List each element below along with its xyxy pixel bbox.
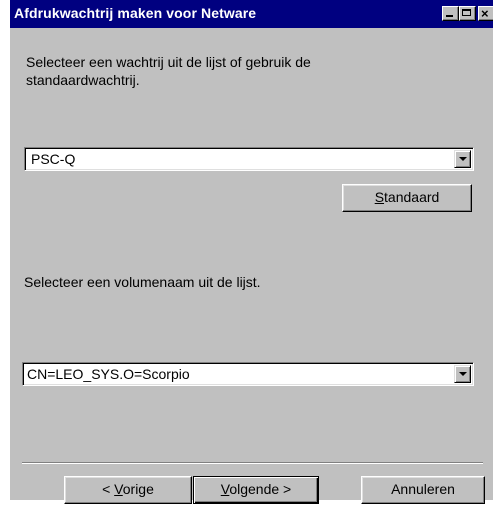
queue-instruction-line1: Selecteer een wachtrij uit de lijst of g…: [26, 54, 311, 70]
queue-select-dropdown-button[interactable]: [454, 150, 471, 168]
volume-instruction: Selecteer een volumenaam uit de lijst.: [24, 274, 261, 290]
queue-select-value: PSC-Q: [31, 151, 76, 167]
queue-select[interactable]: PSC-Q: [24, 147, 474, 171]
back-button-prefix: <: [102, 481, 115, 497]
title-bar[interactable]: Afdrukwachtrij maken voor Netware ×: [10, 0, 493, 28]
queue-instruction-line2: standaardwachtrij.: [26, 72, 140, 88]
cancel-button[interactable]: Annuleren: [361, 476, 485, 504]
volume-select-value: CN=LEO_SYS.O=Scorpio: [27, 366, 190, 382]
volume-select-dropdown-button[interactable]: [454, 365, 471, 383]
volume-select[interactable]: CN=LEO_SYS.O=Scorpio: [22, 362, 474, 386]
back-button-accel: V: [114, 481, 123, 497]
cancel-button-label: Annuleren: [391, 481, 455, 497]
close-icon: ×: [481, 6, 489, 21]
next-button[interactable]: Volgende >: [193, 476, 319, 504]
next-button-label-rest: olgende >: [229, 481, 292, 497]
footer-separator: [22, 462, 483, 464]
app-window: Afdrukwachtrij maken voor Netware × Sele…: [0, 0, 493, 521]
maximize-button[interactable]: [459, 6, 476, 21]
standard-button-accel: S: [374, 189, 385, 205]
chevron-down-icon: [459, 372, 467, 376]
minimize-icon: [446, 15, 453, 17]
standard-queue-button[interactable]: Standaard: [342, 184, 472, 212]
close-button[interactable]: ×: [478, 6, 493, 21]
back-button-label-rest: orige: [122, 481, 154, 497]
back-button[interactable]: < Vorige: [64, 476, 192, 504]
chevron-down-icon: [459, 157, 467, 161]
window-title: Afdrukwachtrij maken voor Netware: [14, 5, 257, 21]
maximize-icon: [462, 9, 471, 16]
standard-button-label-rest: tandaard: [384, 189, 440, 205]
minimize-button[interactable]: [442, 6, 459, 21]
